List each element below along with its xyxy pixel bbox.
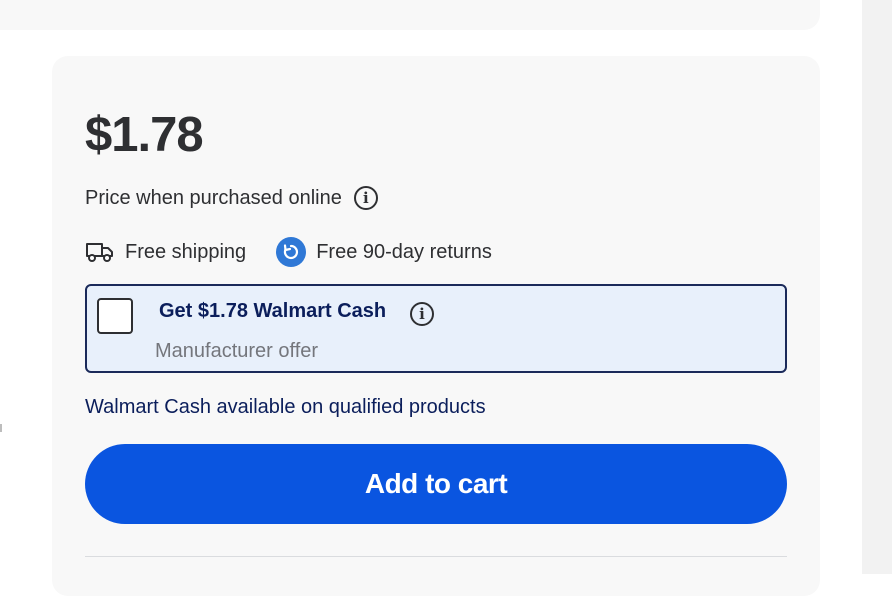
add-to-cart-button[interactable]: Add to cart — [85, 444, 787, 524]
page-scroll-gutter — [862, 0, 892, 574]
truck-icon — [86, 243, 113, 262]
previous-card — [0, 0, 820, 30]
offer-info-icon[interactable]: i — [410, 302, 434, 326]
edge-marker — [0, 424, 2, 432]
walmart-cash-offer: Get $1.78 Walmart Cash i Manufacturer of… — [85, 284, 787, 373]
offer-title: Get $1.78 Walmart Cash — [159, 300, 387, 322]
walmart-cash-link[interactable]: Walmart Cash available on qualified prod… — [85, 393, 486, 421]
free-returns: Free 90-day returns — [276, 237, 492, 267]
offer-subtitle: Manufacturer offer — [155, 340, 319, 362]
offer-checkbox[interactable] — [97, 298, 133, 334]
fulfillment-features: Free shipping Free 90-day returns — [85, 236, 492, 268]
info-icon[interactable]: i — [353, 186, 378, 210]
returns-icon — [276, 237, 307, 267]
price-note: Price when purchased online i — [85, 184, 378, 212]
free-shipping-label: Free shipping — [125, 240, 247, 263]
free-shipping: Free shipping — [85, 241, 246, 264]
price-note-label: Price when purchased online — [85, 187, 342, 209]
product-price: $1.78 — [85, 108, 204, 162]
free-returns-label: Free 90-day returns — [316, 240, 492, 263]
divider — [85, 556, 787, 557]
